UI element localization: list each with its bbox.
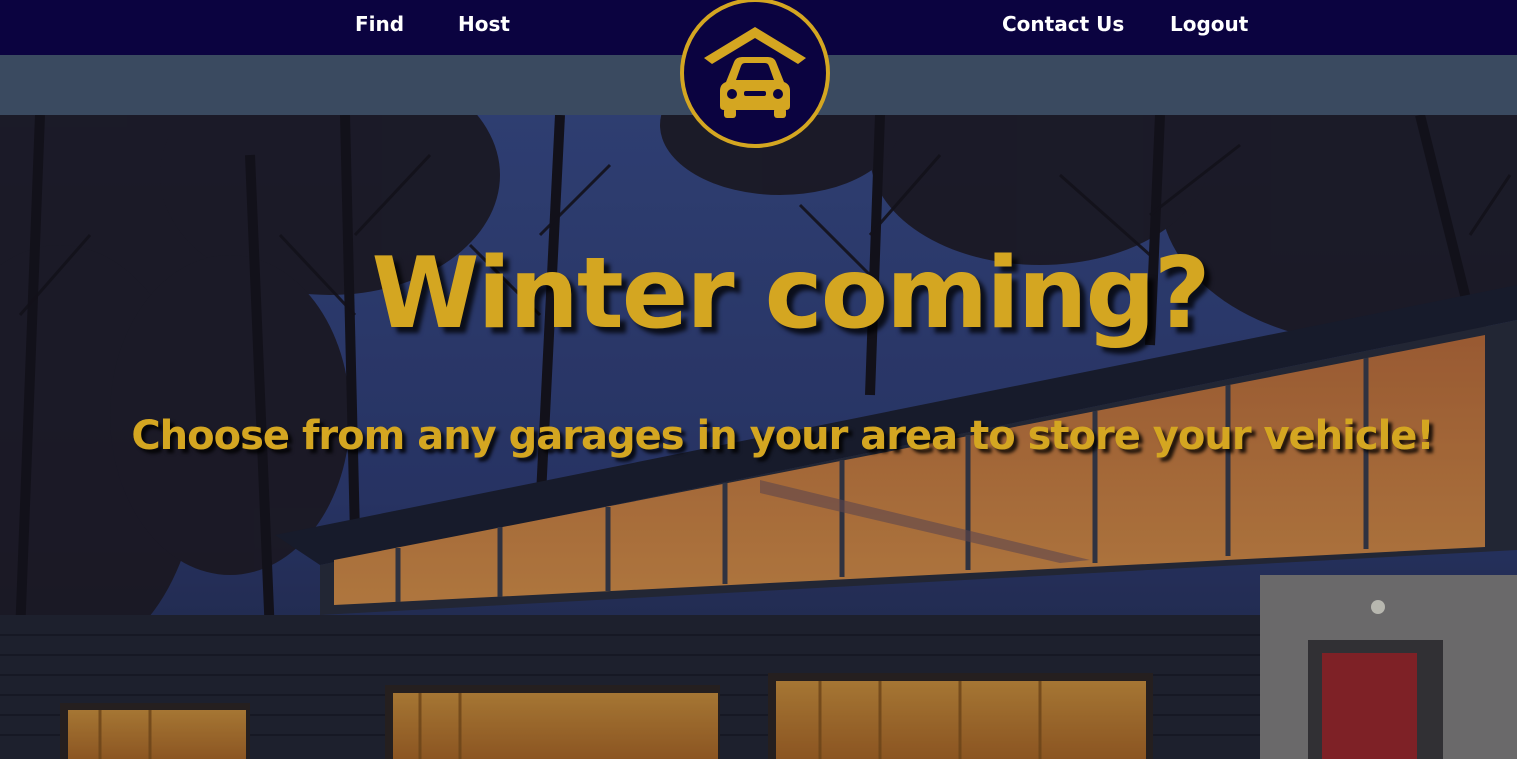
site-logo[interactable] <box>678 0 832 150</box>
nav-find-link[interactable]: Find <box>355 10 404 38</box>
hero-subheadline: Choose from any garages in your area to … <box>131 413 1434 459</box>
hero-headline: Winter coming? <box>371 237 1210 351</box>
nav-logout-link[interactable]: Logout <box>1170 10 1248 38</box>
nav-contact-link[interactable]: Contact Us <box>1002 10 1124 38</box>
nav-host-link[interactable]: Host <box>458 10 510 38</box>
garage-car-icon <box>680 0 830 148</box>
